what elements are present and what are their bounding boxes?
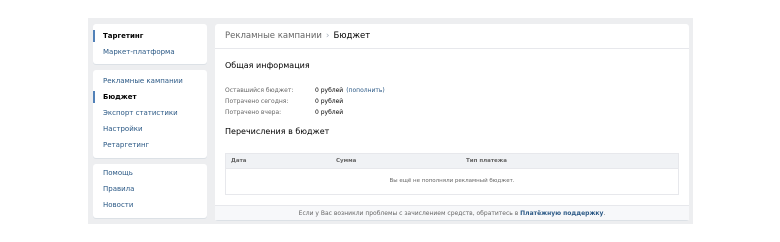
column-header-amount[interactable]: Сумма: [336, 154, 356, 169]
table-header: Дата Сумма Тип платежа: [226, 154, 678, 169]
footer-text: Если у Вас возникли проблемы с зачислени…: [298, 210, 519, 217]
transfers-title: Перечисления в бюджет: [225, 127, 330, 136]
sidebar-item-market-platform[interactable]: Маркет-платформа: [93, 44, 207, 60]
column-header-payment-type[interactable]: Тип платежа: [466, 154, 507, 169]
info-label: Оставшийся бюджет:: [225, 87, 294, 94]
spent-yesterday-value: 0 рублей: [315, 109, 344, 116]
breadcrumb-campaigns-link[interactable]: Рекламные кампании: [225, 31, 322, 41]
breadcrumb: Рекламные кампании › Бюджет: [215, 24, 689, 49]
info-label: Потрачено сегодня:: [225, 98, 289, 105]
sidebar-item-retargeting[interactable]: Ретаргетинг: [93, 137, 207, 153]
sidebar-item-settings[interactable]: Настройки: [93, 121, 207, 137]
empty-state-message: Вы ещё не пополняли рекламный бюджет.: [389, 178, 515, 184]
payment-support-link[interactable]: Платёжную поддержку: [520, 210, 603, 217]
sidebar-group-help: Помощь Правила Новости: [93, 164, 207, 218]
column-header-date[interactable]: Дата: [231, 154, 247, 169]
general-info-title: Общая информация: [225, 61, 310, 70]
sidebar-item-targeting[interactable]: Таргетинг: [93, 28, 207, 44]
sidebar-item-export-stats[interactable]: Экспорт статистики: [93, 105, 207, 121]
info-label: Потрачено вчера:: [225, 109, 282, 116]
sidebar-item-campaigns[interactable]: Рекламные кампании: [93, 73, 207, 89]
sidebar-group-campaigns: Рекламные кампании Бюджет Экспорт статис…: [93, 70, 207, 158]
info-value: 0 рублей (пополнить): [315, 85, 385, 96]
chevron-right-icon: ›: [325, 31, 330, 41]
sidebar-item-budget[interactable]: Бюджет: [93, 89, 207, 105]
sidebar-item-news[interactable]: Новости: [93, 197, 207, 213]
support-footer: Если у Вас возникли проблемы с зачислени…: [215, 205, 689, 220]
sidebar-item-rules[interactable]: Правила: [93, 181, 207, 197]
app-frame: Таргетинг Маркет-платформа Рекламные кам…: [88, 18, 693, 224]
footer-tail: .: [603, 210, 606, 217]
sidebar-group-targeting: Таргетинг Маркет-платформа: [93, 24, 207, 64]
budget-panel: Рекламные кампании › Бюджет Общая информац…: [215, 24, 689, 220]
transfers-table: Дата Сумма Тип платежа Вы ещё не пополня…: [225, 153, 679, 195]
remaining-budget-value: 0 рублей: [315, 87, 344, 94]
sidebar-item-help[interactable]: Помощь: [93, 165, 207, 181]
top-up-link[interactable]: (пополнить): [346, 87, 385, 94]
spent-today-value: 0 рублей: [315, 98, 344, 105]
page-title: Бюджет: [333, 31, 371, 41]
